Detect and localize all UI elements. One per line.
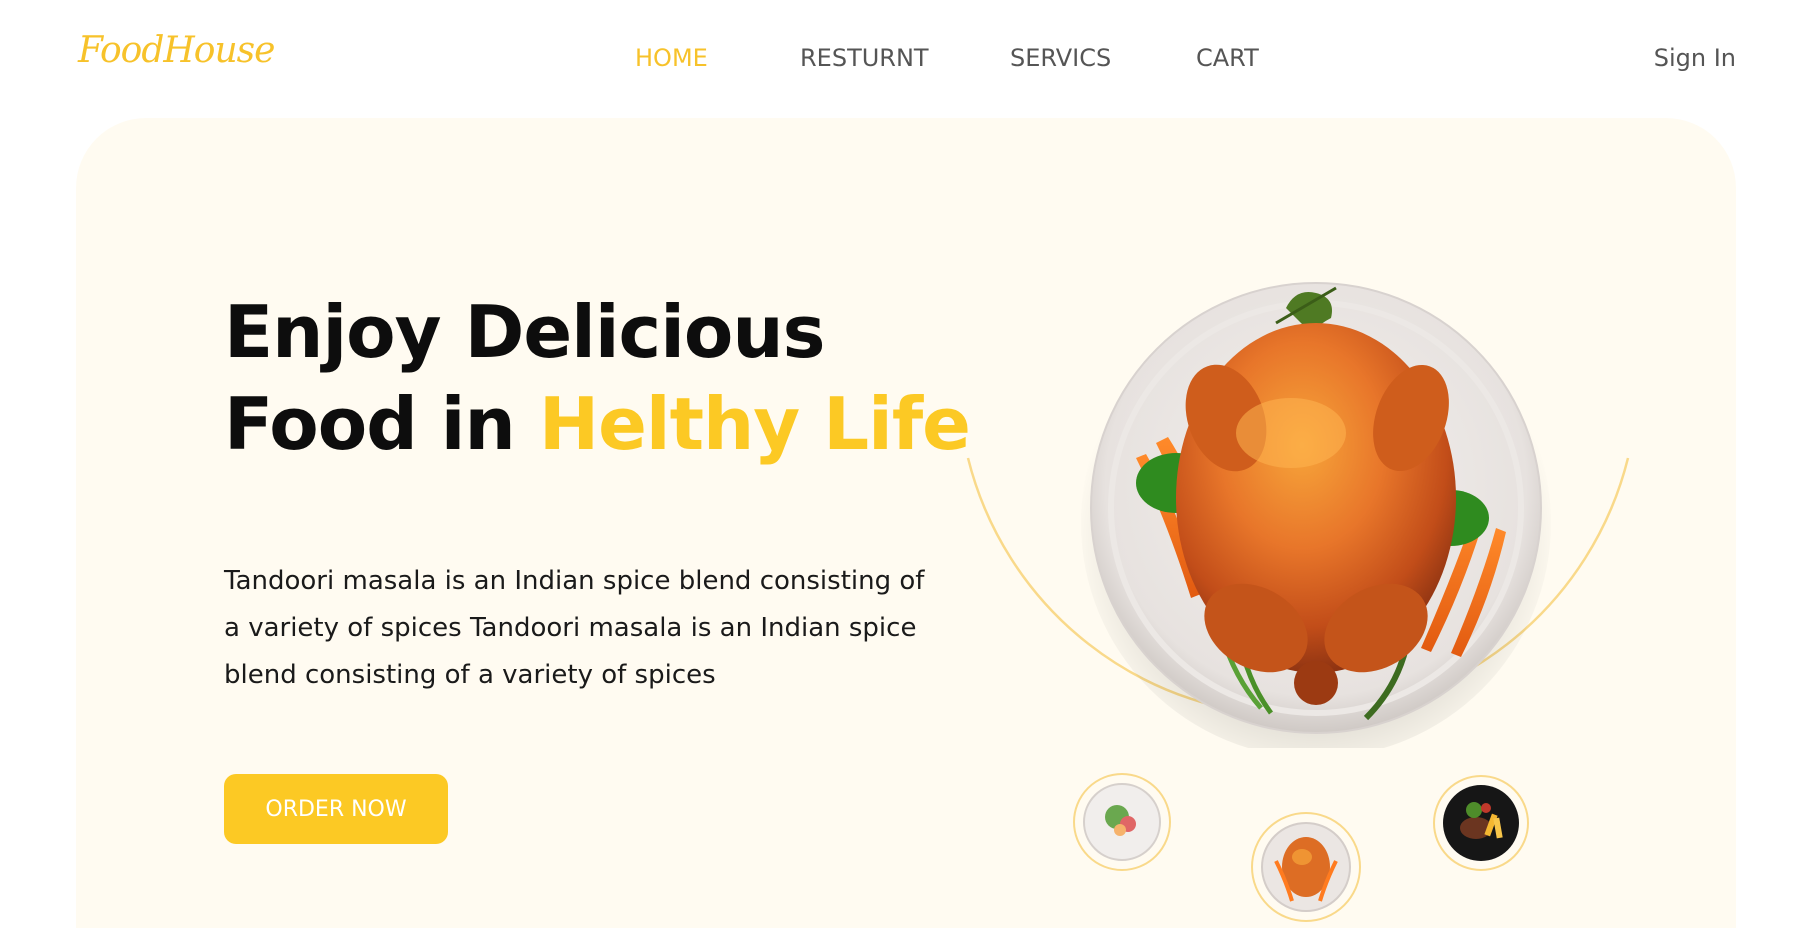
hero-section: Enjoy Delicious Food in Helthy Life Tand… <box>76 118 1736 928</box>
nav-resturnt[interactable]: RESTURNT <box>800 44 929 72</box>
thumbnail-roast-chicken[interactable] <box>1250 811 1362 923</box>
nav-servics[interactable]: SERVICS <box>1010 44 1111 72</box>
nav-home[interactable]: HOME <box>635 44 708 72</box>
sign-in-link[interactable]: Sign In <box>1654 44 1736 72</box>
main-dish-image <box>1076 268 1556 758</box>
thumbnail-salad[interactable] <box>1072 772 1172 872</box>
nav-cart[interactable]: CART <box>1196 44 1259 72</box>
logo[interactable]: FoodHouse <box>78 30 275 71</box>
top-navigation: FoodHouse HOME RESTURNT SERVICS CART Sig… <box>0 0 1810 120</box>
thumbnail-steak-fries[interactable] <box>1432 774 1530 872</box>
